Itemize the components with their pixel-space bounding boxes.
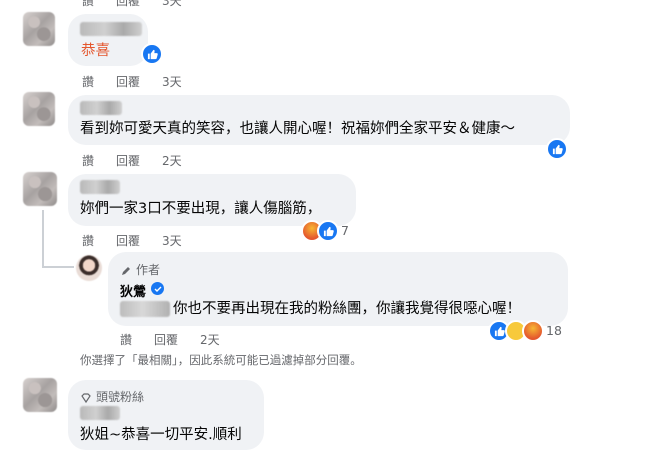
- diamond-icon: [80, 389, 92, 404]
- like-link[interactable]: 讚: [82, 234, 94, 248]
- thread-connector: [42, 210, 44, 268]
- author-avatar[interactable]: [76, 255, 102, 281]
- commenter-name[interactable]: [80, 406, 120, 420]
- like-link[interactable]: 讚: [82, 154, 94, 168]
- reply-link[interactable]: 回覆: [116, 154, 140, 168]
- reply-link[interactable]: 回覆: [154, 333, 178, 347]
- avatar[interactable]: [23, 12, 55, 46]
- avatar[interactable]: [23, 378, 57, 412]
- reply-link[interactable]: 回覆: [116, 234, 140, 248]
- verified-icon: [151, 282, 164, 295]
- comment-text: 狄姐~恭喜一切平安.順利: [80, 427, 242, 443]
- like-reaction-icon[interactable]: [546, 138, 568, 160]
- timestamp[interactable]: 3天: [162, 0, 182, 8]
- comment-actions-top: 讚 回覆 3天: [82, 0, 182, 9]
- like-link[interactable]: 讚: [82, 75, 94, 89]
- commenter-name[interactable]: [80, 180, 120, 194]
- comment-actions: 讚 回覆 2天: [82, 152, 182, 169]
- avatar[interactable]: [23, 92, 55, 126]
- avatar[interactable]: [23, 172, 57, 206]
- filter-notice[interactable]: 你選擇了「最相關」，因此系統可能已過濾掉部分回覆。: [80, 352, 362, 368]
- reply-link[interactable]: 回覆: [116, 75, 140, 89]
- commenter-name[interactable]: [80, 101, 122, 115]
- like-link[interactable]: 讚: [120, 333, 132, 347]
- angry-reaction-icon[interactable]: [522, 320, 544, 342]
- comment-text: 妳們一家3口不要出現，讓人傷腦筋，: [80, 201, 322, 217]
- like-reaction-icon[interactable]: [317, 220, 339, 242]
- mentioned-name[interactable]: [120, 301, 170, 317]
- comment-text: 看到妳可愛天真的笑容，也讓人開心喔！祝福妳們全家平安＆健康～: [80, 121, 515, 137]
- reply-actions: 讚 回覆 2天: [120, 331, 220, 348]
- commenter-name[interactable]: 狄鶯: [120, 281, 146, 300]
- like-reaction-icon[interactable]: [141, 43, 163, 65]
- comment-text: 恭喜: [81, 43, 110, 59]
- like-link[interactable]: 讚: [82, 0, 94, 8]
- timestamp[interactable]: 3天: [162, 75, 182, 89]
- author-badge-icon: [120, 262, 132, 275]
- comment-actions: 讚 回覆 3天: [82, 232, 182, 249]
- commenter-name[interactable]: [80, 22, 142, 36]
- reply-text: 你也不要再出現在我的粉絲團，你讓我覺得很噁心喔！: [173, 301, 521, 317]
- top-fan-badge: 頭號粉絲: [96, 390, 145, 404]
- author-tag: 作者: [136, 263, 161, 277]
- thread-connector: [42, 266, 74, 268]
- comment-actions: 讚 回覆 3天: [82, 73, 182, 90]
- reply-link[interactable]: 回覆: [116, 0, 140, 8]
- timestamp[interactable]: 2天: [162, 154, 182, 168]
- reaction-count[interactable]: 18: [546, 323, 562, 338]
- timestamp[interactable]: 3天: [162, 234, 182, 248]
- reaction-count[interactable]: 7: [341, 223, 349, 238]
- timestamp[interactable]: 2天: [200, 333, 220, 347]
